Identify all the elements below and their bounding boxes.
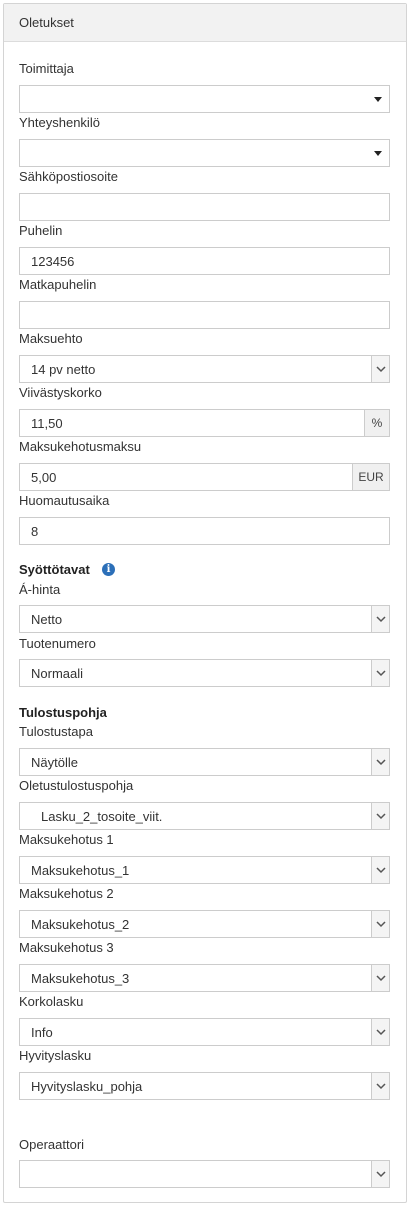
reminder-3-label: Maksukehotus 3 [19,940,114,955]
payment-term-label: Maksuehto [19,331,83,346]
product-number-value: Normaali [31,666,84,681]
email-label: Sähköpostiosoite [19,169,119,184]
info-icon[interactable]: i [102,563,115,576]
chevron-down-icon [376,1171,386,1178]
credit-note-select[interactable]: Hyvityslasku_pohja [19,1072,390,1100]
notice-period-input[interactable]: 8 [19,517,390,545]
print-method-select[interactable]: Näytölle [19,748,390,776]
chevron-down-icon [376,670,386,677]
operator-select[interactable] [19,1160,390,1188]
mobile-label: Matkapuhelin [19,277,97,292]
defaults-panel: Oletukset Toimittaja Yhteyshenkilö Sähkö… [3,3,407,1203]
reminder-1-label: Maksukehotus 1 [19,832,114,847]
chevron-down-icon [376,867,386,874]
unit-price-label: Á-hinta [19,582,61,597]
mobile-input[interactable] [19,301,390,329]
panel-header: Oletukset [4,4,406,42]
email-input[interactable] [19,193,390,221]
contact-person-dropdown-button[interactable] [367,140,389,166]
reminder-3-select-button[interactable] [371,965,389,991]
supplier-combo[interactable] [19,85,390,113]
input-methods-heading: Syöttötavat [19,562,90,577]
notice-period-value: 8 [31,524,39,539]
reminder-fee-label: Maksukehotusmaksu [19,439,142,454]
product-number-select-button[interactable] [371,660,389,686]
default-print-template-select-button[interactable] [371,803,389,829]
chevron-down-icon [376,1083,386,1090]
unit-price-select[interactable]: Netto [19,605,390,633]
supplier-dropdown-button[interactable] [367,86,389,112]
chevron-down-icon [376,1029,386,1036]
product-number-label: Tuotenumero [19,636,96,651]
credit-note-value: Hyvityslasku_pohja [31,1079,143,1094]
interest-invoice-value: Info [31,1025,53,1040]
phone-value: 123456 [31,254,75,269]
chevron-down-icon [376,921,386,928]
interest-invoice-label: Korkolasku [19,994,84,1009]
print-template-heading: Tulostuspohja [19,705,107,720]
reminder-1-select[interactable]: Maksukehotus_1 [19,856,390,884]
product-number-select[interactable]: Normaali [19,659,390,687]
payment-term-select[interactable]: 14 pv netto [19,355,390,383]
default-print-template-label: Oletustulostuspohja [19,778,134,793]
notice-period-label: Huomautusaika [19,493,110,508]
reminder-2-label: Maksukehotus 2 [19,886,114,901]
chevron-down-icon [376,759,386,766]
reminder-fee-unit: EUR [352,464,389,490]
caret-down-icon [374,151,382,156]
late-interest-input[interactable]: 11,50 % [19,409,390,437]
chevron-down-icon [376,616,386,623]
reminder-2-select[interactable]: Maksukehotus_2 [19,910,390,938]
operator-label: Operaattori [19,1137,85,1152]
print-method-label: Tulostustapa [19,724,93,739]
default-print-template-select[interactable]: Lasku_2_tosoite_viit. [19,802,390,830]
print-method-value: Näytölle [31,755,78,770]
caret-down-icon [374,97,382,102]
phone-input[interactable]: 123456 [19,247,390,275]
reminder-fee-input[interactable]: 5,00 EUR [19,463,390,491]
contact-person-label: Yhteyshenkilö [19,115,100,130]
late-interest-label: Viivästyskorko [19,385,102,400]
default-print-template-value: Lasku_2_tosoite_viit. [41,809,163,824]
supplier-label: Toimittaja [19,61,74,76]
operator-select-button[interactable] [371,1161,389,1187]
unit-price-select-button[interactable] [371,606,389,632]
reminder-1-select-button[interactable] [371,857,389,883]
reminder-3-value: Maksukehotus_3 [31,971,130,986]
reminder-3-select[interactable]: Maksukehotus_3 [19,964,390,992]
late-interest-unit: % [364,410,389,436]
interest-invoice-select-button[interactable] [371,1019,389,1045]
unit-price-value: Netto [31,612,63,627]
interest-invoice-select[interactable]: Info [19,1018,390,1046]
payment-term-value: 14 pv netto [31,362,96,377]
payment-term-select-button[interactable] [371,356,389,382]
panel-title: Oletukset [19,15,74,30]
print-method-select-button[interactable] [371,749,389,775]
reminder-2-value: Maksukehotus_2 [31,917,130,932]
late-interest-value: 11,50 [31,416,63,431]
chevron-down-icon [376,975,386,982]
reminder-fee-value: 5,00 [31,470,57,485]
credit-note-label: Hyvityslasku [19,1048,92,1063]
credit-note-select-button[interactable] [371,1073,389,1099]
chevron-down-icon [376,813,386,820]
reminder-1-value: Maksukehotus_1 [31,863,130,878]
phone-label: Puhelin [19,223,63,238]
chevron-down-icon [376,366,386,373]
contact-person-combo[interactable] [19,139,390,167]
reminder-2-select-button[interactable] [371,911,389,937]
